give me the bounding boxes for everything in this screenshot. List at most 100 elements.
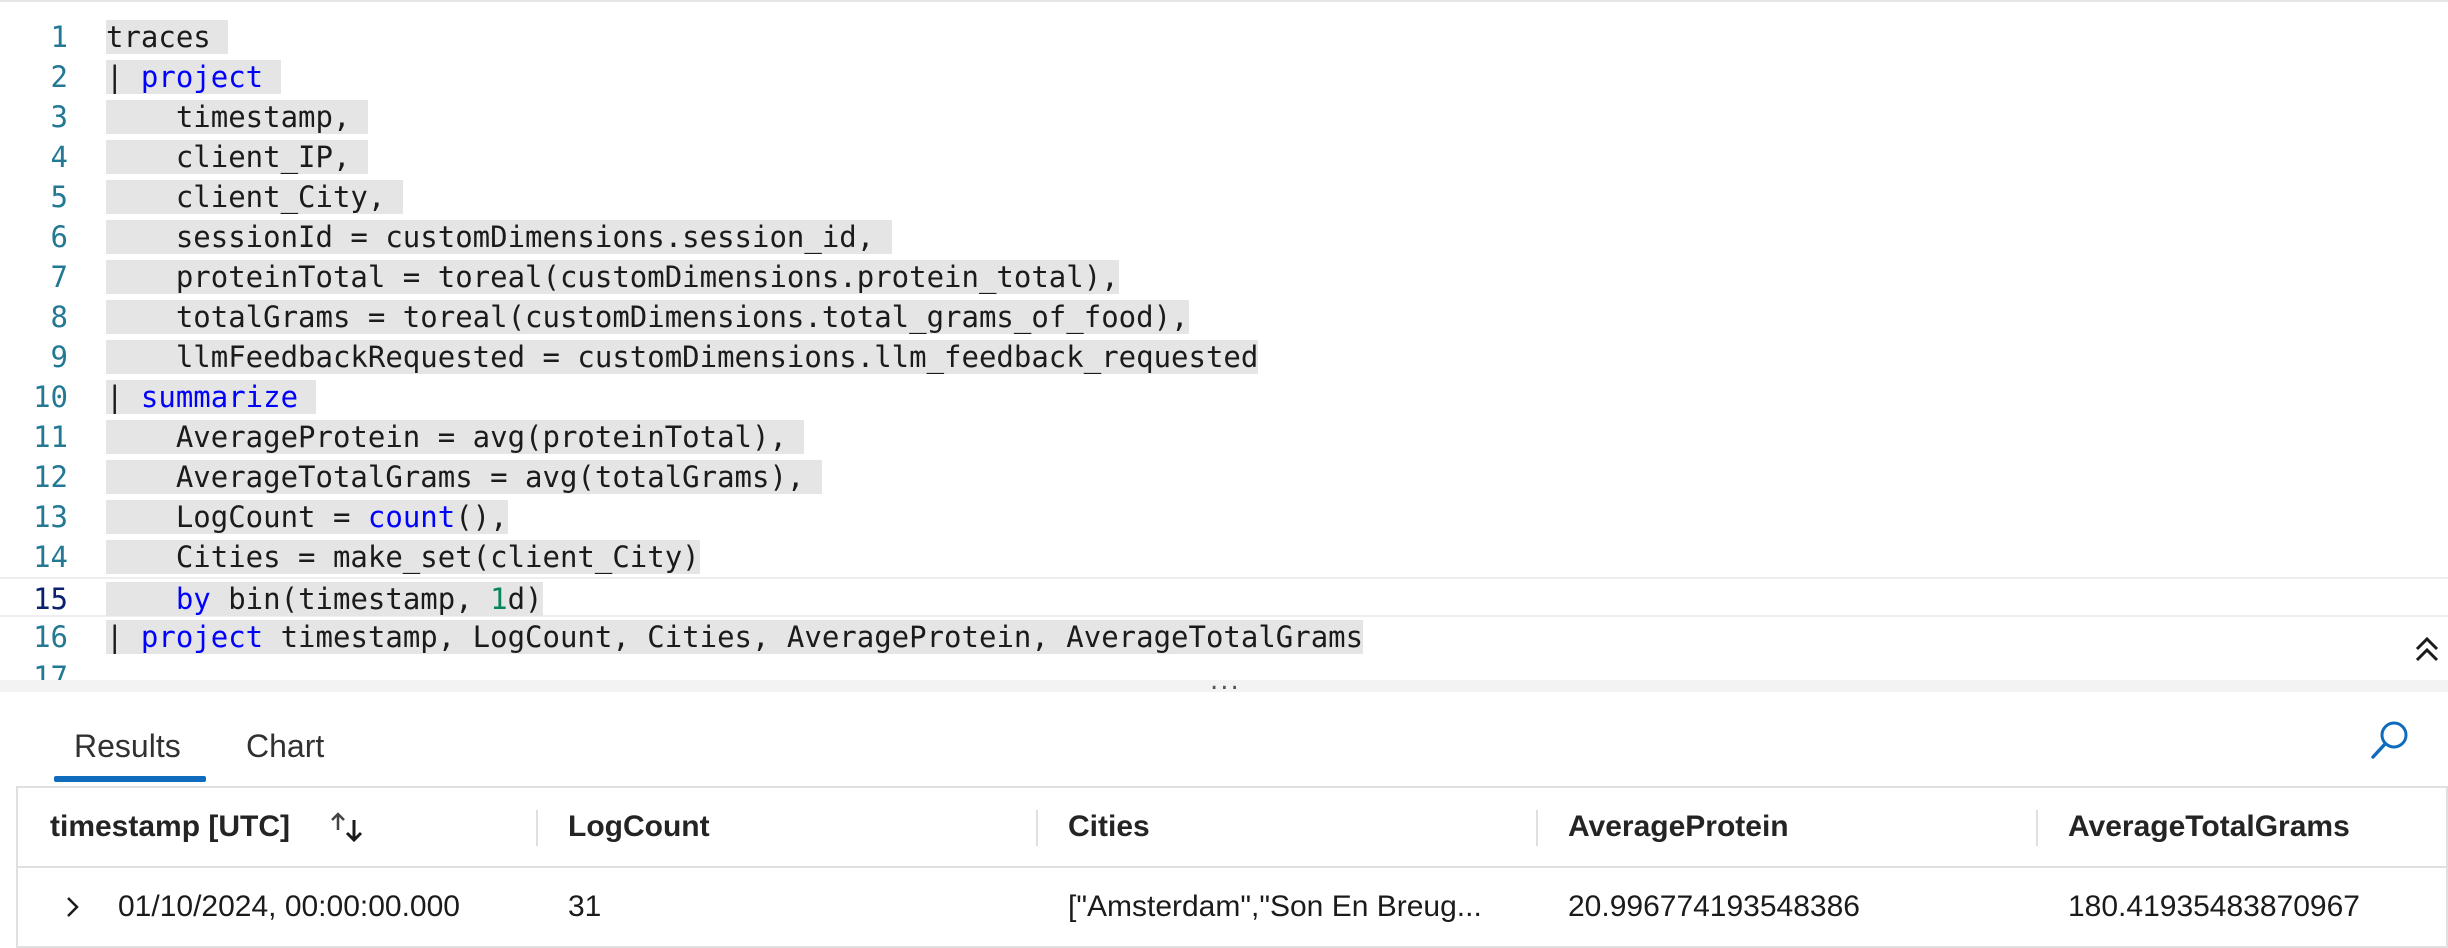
code-line[interactable]: 3 timestamp, — [0, 97, 2448, 137]
column-header-logcount[interactable]: LogCount — [568, 788, 710, 866]
column-divider[interactable] — [536, 810, 538, 846]
code-line[interactable]: 6 sessionId = customDimensions.session_i… — [0, 217, 2448, 257]
code-keyword: count — [367, 500, 456, 534]
splitter-handle[interactable]: ... — [1210, 666, 1241, 696]
code-token: proteinTotal = toreal(customDimensions.p… — [106, 260, 1119, 294]
line-number: 10 — [33, 380, 68, 414]
chevron-right-icon[interactable] — [58, 892, 88, 922]
code-text[interactable]: traces — [106, 17, 229, 57]
line-number: 8 — [50, 300, 68, 334]
code-token: traces — [106, 20, 229, 54]
code-line[interactable]: 11 AverageProtein = avg(proteinTotal), — [0, 417, 2448, 457]
code-text[interactable]: | summarize — [106, 377, 316, 417]
line-number: 2 — [50, 60, 68, 94]
code-text[interactable]: LogCount = count(), — [106, 497, 508, 537]
query-editor[interactable]: 1 traces 2 | project 3 timestamp, 4 client… — [0, 0, 2448, 682]
code-line[interactable]: 12 AverageTotalGrams = avg(totalGrams), — [0, 457, 2448, 497]
code-text[interactable]: proteinTotal = toreal(customDimensions.p… — [106, 257, 1119, 297]
code-line[interactable]: 4 client_IP, — [0, 137, 2448, 177]
code-line[interactable]: 14 Cities = make_set(client_City) — [0, 537, 2448, 577]
line-number: 13 — [33, 500, 68, 534]
double-chevron-up-icon[interactable] — [2412, 632, 2442, 668]
code-text[interactable]: by bin(timestamp, 1d) — [106, 579, 543, 619]
line-number: 6 — [50, 220, 68, 254]
column-divider[interactable] — [1036, 810, 1038, 846]
search-icon[interactable] — [2368, 718, 2412, 762]
code-text[interactable]: client_IP, — [106, 137, 368, 177]
grid-header: timestamp [UTC] LogCount Cities AverageP… — [18, 788, 2448, 868]
line-number: 15 — [33, 582, 68, 616]
code-line[interactable]: 13 LogCount = count(), — [0, 497, 2448, 537]
code-number: 1 — [490, 582, 508, 616]
code-line[interactable]: 8 totalGrams = toreal(customDimensions.t… — [0, 297, 2448, 337]
code-keyword: by — [175, 582, 211, 616]
code-token: | — [106, 380, 141, 414]
code-token: AverageProtein = avg(proteinTotal), — [106, 420, 805, 454]
code-keyword: summarize — [140, 380, 299, 414]
line-number: 17 — [33, 660, 68, 682]
line-number: 16 — [33, 620, 68, 654]
line-number: 9 — [50, 340, 68, 374]
code-token: d) — [507, 582, 543, 616]
column-header-cities[interactable]: Cities — [1068, 788, 1150, 866]
line-number: 11 — [33, 420, 68, 454]
code-text[interactable]: client_City, — [106, 177, 403, 217]
sort-icon[interactable] — [324, 810, 370, 846]
code-token: bin(timestamp, — [210, 582, 491, 616]
code-line[interactable]: 16 | project timestamp, LogCount, Cities,… — [0, 617, 2448, 657]
code-line[interactable]: 1 traces — [0, 17, 2448, 57]
code-line[interactable]: 10 | summarize — [0, 377, 2448, 417]
tab-chart[interactable]: Chart — [246, 714, 324, 778]
table-row[interactable]: 01/10/2024, 00:00:00.000 31 ["Amsterdam"… — [18, 868, 2448, 948]
code-keyword: project — [140, 60, 264, 94]
code-line[interactable]: 7 proteinTotal = toreal(customDimensions… — [0, 257, 2448, 297]
line-number: 3 — [50, 100, 68, 134]
code-text[interactable]: llmFeedbackRequested = customDimensions.… — [106, 337, 1259, 377]
cell-cities: ["Amsterdam","Son En Breug... — [1068, 890, 1482, 923]
code-text[interactable]: sessionId = customDimensions.session_id, — [106, 217, 892, 257]
code-token: client_IP, — [106, 140, 368, 174]
tab-results[interactable]: Results — [74, 714, 181, 778]
code-line[interactable]: 5 client_City, — [0, 177, 2448, 217]
line-number: 4 — [50, 140, 68, 174]
line-number: 1 — [50, 20, 68, 54]
results-tabs: Results Chart — [0, 700, 2448, 784]
code-token: AverageTotalGrams = avg(totalGrams), — [106, 460, 822, 494]
code-token: (), — [455, 500, 508, 534]
code-text[interactable]: | project timestamp, LogCount, Cities, A… — [106, 617, 1364, 657]
code-token: Cities = make_set(client_City) — [106, 540, 700, 574]
code-line[interactable]: 15 by bin(timestamp, 1d) — [0, 577, 2448, 617]
pane-splitter[interactable]: ... — [0, 666, 2448, 696]
code-text[interactable]: | project — [106, 57, 281, 97]
column-header-averagetotalgrams[interactable]: AverageTotalGrams — [2068, 788, 2350, 866]
results-grid: timestamp [UTC] LogCount Cities AverageP… — [16, 786, 2448, 948]
code-line[interactable]: 2 | project — [0, 57, 2448, 97]
code-token: LogCount = — [106, 500, 368, 534]
code-text[interactable]: AverageTotalGrams = avg(totalGrams), — [106, 457, 822, 497]
cell-averagetotalgrams: 180.41935483870967 — [2068, 890, 2360, 923]
column-divider[interactable] — [2036, 810, 2038, 846]
cell-timestamp: 01/10/2024, 00:00:00.000 — [118, 890, 460, 923]
line-number: 14 — [33, 540, 68, 574]
column-header-averageprotein[interactable]: AverageProtein — [1568, 788, 1789, 866]
code-token: timestamp, LogCount, Cities, AverageProt… — [263, 620, 1364, 654]
code-token: | — [106, 60, 141, 94]
code-line[interactable]: 9 llmFeedbackRequested = customDimension… — [0, 337, 2448, 377]
code-token: client_City, — [106, 180, 403, 214]
code-keyword: project — [140, 620, 264, 654]
code-token: timestamp, — [106, 100, 368, 134]
code-token: sessionId = customDimensions.session_id, — [106, 220, 892, 254]
line-number: 7 — [50, 260, 68, 294]
code-text[interactable]: AverageProtein = avg(proteinTotal), — [106, 417, 805, 457]
code-text[interactable]: timestamp, — [106, 97, 368, 137]
column-divider[interactable] — [1536, 810, 1538, 846]
line-number: 12 — [33, 460, 68, 494]
code-text[interactable]: totalGrams = toreal(customDimensions.tot… — [106, 297, 1189, 337]
active-tab-indicator — [54, 776, 206, 782]
code-token: llmFeedbackRequested = customDimensions.… — [106, 340, 1259, 374]
column-header-timestamp[interactable]: timestamp [UTC] — [50, 788, 290, 866]
code-text[interactable]: Cities = make_set(client_City) — [106, 537, 700, 577]
code-token: totalGrams = toreal(customDimensions.tot… — [106, 300, 1189, 334]
